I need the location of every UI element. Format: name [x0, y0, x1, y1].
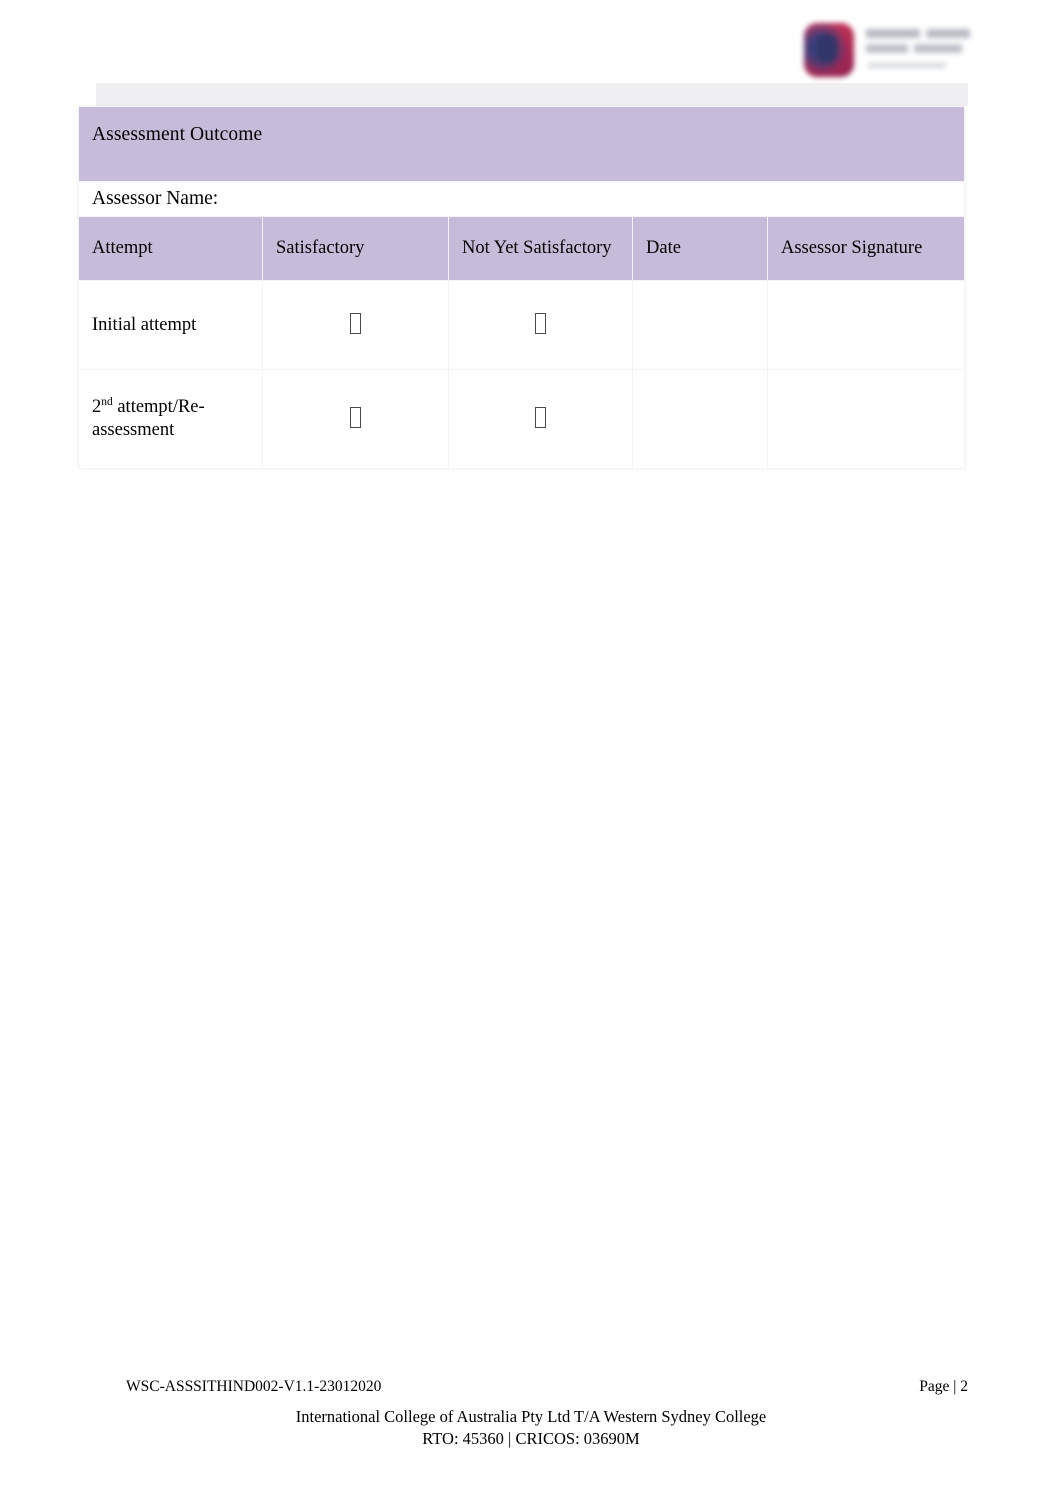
footer-document-code: WSC-ASSSITHIND002-V1.1-23012020	[126, 1378, 382, 1395]
logo-mark-icon	[804, 23, 854, 77]
footer-organisation-block: International College of Australia Pty L…	[0, 1406, 1062, 1450]
column-header-assessor-signature: Assessor Signature	[766, 216, 966, 281]
date-field-initial[interactable]	[632, 280, 768, 370]
second-attempt-number: 2	[92, 397, 102, 418]
assessor-name-cell[interactable]: Assessor Name:	[77, 181, 966, 217]
column-header-satisfactory: Satisfactory	[262, 216, 449, 281]
row-label-initial-attempt: Initial attempt	[78, 280, 263, 370]
table-header-row: Attempt Satisfactory Not Yet Satisfactor…	[78, 216, 966, 281]
signature-field-second[interactable]	[766, 369, 966, 469]
footer-organisation-name: International College of Australia Pty L…	[295, 1407, 767, 1426]
checkbox-satisfactory-initial[interactable]	[262, 280, 449, 370]
table-row: 2nd attempt/Re-assessment	[78, 369, 966, 469]
western-sydney-college-logo	[800, 20, 972, 82]
checkbox-glyph-icon	[535, 312, 546, 334]
assessment-outcome-table: Assessment Outcome Assessor Name: Attemp…	[77, 106, 966, 469]
table-row: Initial attempt	[78, 280, 966, 370]
top-spacer-band	[96, 83, 968, 106]
footer-top-row: WSC-ASSSITHIND002-V1.1-23012020 Page | 2	[0, 1378, 1062, 1402]
date-field-second[interactable]	[632, 369, 768, 469]
checkbox-glyph-icon	[350, 406, 361, 428]
column-header-date: Date	[632, 216, 768, 281]
row-label-second-attempt: 2nd attempt/Re-assessment	[78, 369, 263, 469]
logo-wordmark-line-2	[866, 44, 962, 53]
checkbox-glyph-icon	[350, 312, 361, 334]
logo-wordmark-line-1	[866, 29, 970, 38]
logo-tagline	[868, 63, 946, 68]
page-title: Assessment Outcome	[92, 124, 263, 145]
page-footer: WSC-ASSSITHIND002-V1.1-23012020 Page | 2…	[0, 1378, 1062, 1450]
checkbox-not-yet-satisfactory-second[interactable]	[448, 369, 633, 469]
section-heading-row: Assessment Outcome	[77, 106, 966, 182]
checkbox-glyph-icon	[535, 406, 546, 428]
assessment-outcome-heading-cell: Assessment Outcome	[77, 106, 966, 182]
checkbox-not-yet-satisfactory-initial[interactable]	[448, 280, 633, 370]
second-attempt-ordinal-suffix: nd	[101, 396, 113, 409]
checkbox-satisfactory-second[interactable]	[262, 369, 449, 469]
column-header-not-yet-satisfactory: Not Yet Satisfactory	[448, 216, 633, 281]
footer-page-number: Page | 2	[919, 1378, 968, 1395]
document-page: Assessment Outcome Assessor Name: Attemp…	[0, 0, 1062, 1506]
signature-field-initial[interactable]	[766, 280, 966, 370]
column-header-attempt: Attempt	[78, 216, 263, 281]
assessor-name-label: Assessor Name:	[92, 188, 219, 209]
footer-registration-codes: RTO: 45360 | CRICOS: 03690M	[422, 1429, 640, 1449]
assessor-name-row: Assessor Name:	[77, 181, 966, 217]
